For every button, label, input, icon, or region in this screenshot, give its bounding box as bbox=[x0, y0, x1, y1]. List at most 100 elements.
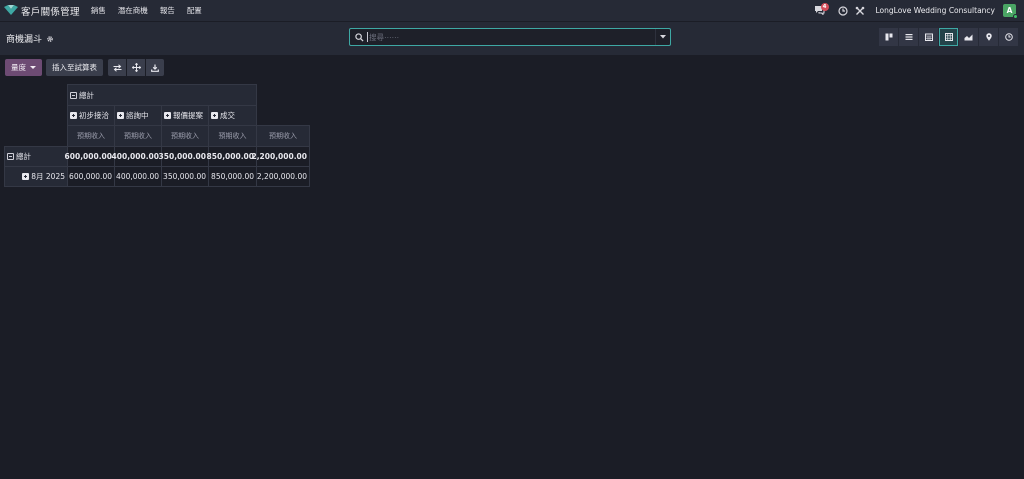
measure-header[interactable]: 預期收入 bbox=[67, 125, 115, 147]
download-button[interactable] bbox=[146, 59, 164, 76]
measure-header[interactable]: 預期收入 bbox=[161, 125, 209, 147]
online-status-dot bbox=[1013, 14, 1018, 19]
cell-value: 400,000.00 bbox=[111, 152, 159, 161]
area-chart-icon bbox=[964, 34, 973, 41]
measure-label: 預期收入 bbox=[269, 132, 297, 140]
col-header-stage[interactable]: 初步接洽 bbox=[67, 105, 115, 126]
cell-value: 2,200,000.00 bbox=[256, 172, 307, 181]
pivot-cell[interactable]: 600,000.00 bbox=[67, 166, 115, 187]
view-switcher bbox=[878, 28, 1018, 46]
measure-header[interactable]: 預期收入 bbox=[256, 125, 310, 147]
activity-view-button[interactable] bbox=[999, 28, 1018, 46]
cell-value: 850,000.00 bbox=[206, 152, 254, 161]
expand-all-button[interactable] bbox=[127, 59, 145, 76]
row-header-label: 8月 2025 bbox=[31, 172, 65, 181]
col-header-total[interactable]: 總計 bbox=[67, 84, 257, 106]
stage-label: 初步接洽 bbox=[79, 111, 109, 120]
search-input[interactable] bbox=[367, 32, 657, 42]
user-avatar[interactable]: A bbox=[1003, 4, 1018, 19]
pivot-cell[interactable]: 850,000.00 bbox=[206, 146, 257, 167]
kanban-icon bbox=[885, 33, 892, 41]
clock-icon bbox=[837, 5, 848, 16]
collapse-icon bbox=[7, 153, 14, 160]
cell-value: 850,000.00 bbox=[211, 172, 254, 181]
pivot-cell[interactable]: 350,000.00 bbox=[158, 146, 209, 167]
collapse-icon bbox=[70, 91, 77, 99]
tools-icon bbox=[855, 6, 864, 15]
cell-value: 2,200,000.00 bbox=[251, 152, 307, 161]
expand-icon bbox=[117, 112, 124, 119]
kanban-view-button[interactable] bbox=[879, 28, 898, 46]
company-switcher[interactable]: LongLove Wedding Consultancy bbox=[876, 6, 996, 15]
flip-axis-button[interactable] bbox=[108, 59, 126, 76]
measures-label: 量度 bbox=[11, 63, 26, 72]
map-marker-icon bbox=[985, 33, 992, 41]
app-brand[interactable]: 客戶關係管理 bbox=[4, 4, 80, 18]
col-header-stage[interactable]: 諮詢中 bbox=[114, 105, 162, 126]
measure-header[interactable]: 預期收入 bbox=[114, 125, 162, 147]
menu-item-sales[interactable]: 銷售 bbox=[91, 5, 106, 16]
search-icon bbox=[355, 32, 364, 42]
pivot-cell[interactable]: 400,000.00 bbox=[114, 166, 162, 187]
expand-icon bbox=[164, 112, 171, 119]
activity-menu[interactable] bbox=[837, 5, 848, 16]
crm-logo-icon bbox=[4, 5, 18, 15]
control-panel: 商機漏斗 bbox=[0, 21, 1024, 55]
stage-label: 諮詢中 bbox=[126, 111, 149, 120]
debug-tools-menu[interactable] bbox=[855, 6, 865, 16]
search-options-toggle[interactable] bbox=[655, 29, 670, 45]
gear-icon[interactable] bbox=[46, 35, 54, 43]
insert-in-spreadsheet-label: 插入至試算表 bbox=[52, 63, 97, 72]
cell-value: 350,000.00 bbox=[158, 152, 206, 161]
calendar-view-button[interactable] bbox=[919, 28, 938, 46]
insert-in-spreadsheet-button[interactable]: 插入至試算表 bbox=[46, 59, 103, 76]
top-navbar: 客戶關係管理 銷售 潛在商機 報告 配置 4 LongLove Wedding … bbox=[0, 0, 1024, 21]
measure-label: 預期收入 bbox=[171, 132, 199, 140]
stage-label: 成交 bbox=[220, 111, 235, 120]
cell-value: 350,000.00 bbox=[163, 172, 206, 181]
clock-icon bbox=[1004, 33, 1013, 41]
menu-item-reporting[interactable]: 報告 bbox=[160, 5, 175, 16]
cell-value: 400,000.00 bbox=[116, 172, 159, 181]
graph-view-button[interactable] bbox=[959, 28, 978, 46]
exchange-icon bbox=[113, 63, 121, 72]
expand-icon bbox=[70, 112, 77, 119]
expand-icon bbox=[211, 112, 218, 119]
map-view-button[interactable] bbox=[979, 28, 998, 46]
main-menu: 銷售 潛在商機 報告 配置 bbox=[91, 5, 214, 16]
pivot-cell-total[interactable]: 2,200,000.00 bbox=[256, 166, 310, 187]
row-header-label: 總計 bbox=[16, 152, 31, 161]
expand-icon bbox=[22, 173, 30, 180]
messaging-menu[interactable]: 4 bbox=[814, 2, 829, 17]
pivot-toolbar: 量度 插入至試算表 bbox=[5, 59, 164, 76]
col-header-stage[interactable]: 報價提案 bbox=[161, 105, 209, 126]
cell-value: 600,000.00 bbox=[64, 152, 112, 161]
search-bar[interactable] bbox=[349, 28, 671, 46]
menu-item-leads[interactable]: 潛在商機 bbox=[118, 5, 148, 16]
row-header-total[interactable]: 總計 bbox=[4, 146, 68, 167]
measures-dropdown-button[interactable]: 量度 bbox=[5, 59, 42, 76]
arrows-expand-icon bbox=[131, 63, 141, 72]
measure-header[interactable]: 預期收入 bbox=[208, 125, 257, 147]
pivot-cell[interactable]: 400,000.00 bbox=[111, 146, 162, 167]
navbar-systray: 4 LongLove Wedding Consultancy A bbox=[814, 0, 1024, 21]
list-icon bbox=[905, 34, 912, 40]
menu-item-configuration[interactable]: 配置 bbox=[187, 5, 202, 16]
pivot-table-icon bbox=[944, 33, 953, 41]
col-header-total-label: 總計 bbox=[79, 90, 94, 100]
page-title: 商機漏斗 bbox=[6, 35, 43, 45]
download-icon bbox=[151, 64, 159, 72]
pivot-view-button[interactable] bbox=[939, 28, 958, 46]
pivot-cell[interactable]: 600,000.00 bbox=[64, 146, 115, 167]
measure-label: 預期收入 bbox=[124, 132, 152, 140]
list-view-button[interactable] bbox=[899, 28, 918, 46]
breadcrumb: 商機漏斗 bbox=[6, 32, 54, 45]
caret-down-icon bbox=[660, 35, 666, 39]
pivot-cell[interactable]: 850,000.00 bbox=[208, 166, 257, 187]
col-header-stage[interactable]: 成交 bbox=[208, 105, 257, 126]
calendar-icon bbox=[924, 33, 933, 41]
pivot-cell-total[interactable]: 2,200,000.00 bbox=[251, 146, 310, 167]
row-header-month[interactable]: 8月 2025 bbox=[4, 166, 68, 187]
measure-label: 預期收入 bbox=[218, 132, 247, 140]
pivot-cell[interactable]: 350,000.00 bbox=[161, 166, 209, 187]
